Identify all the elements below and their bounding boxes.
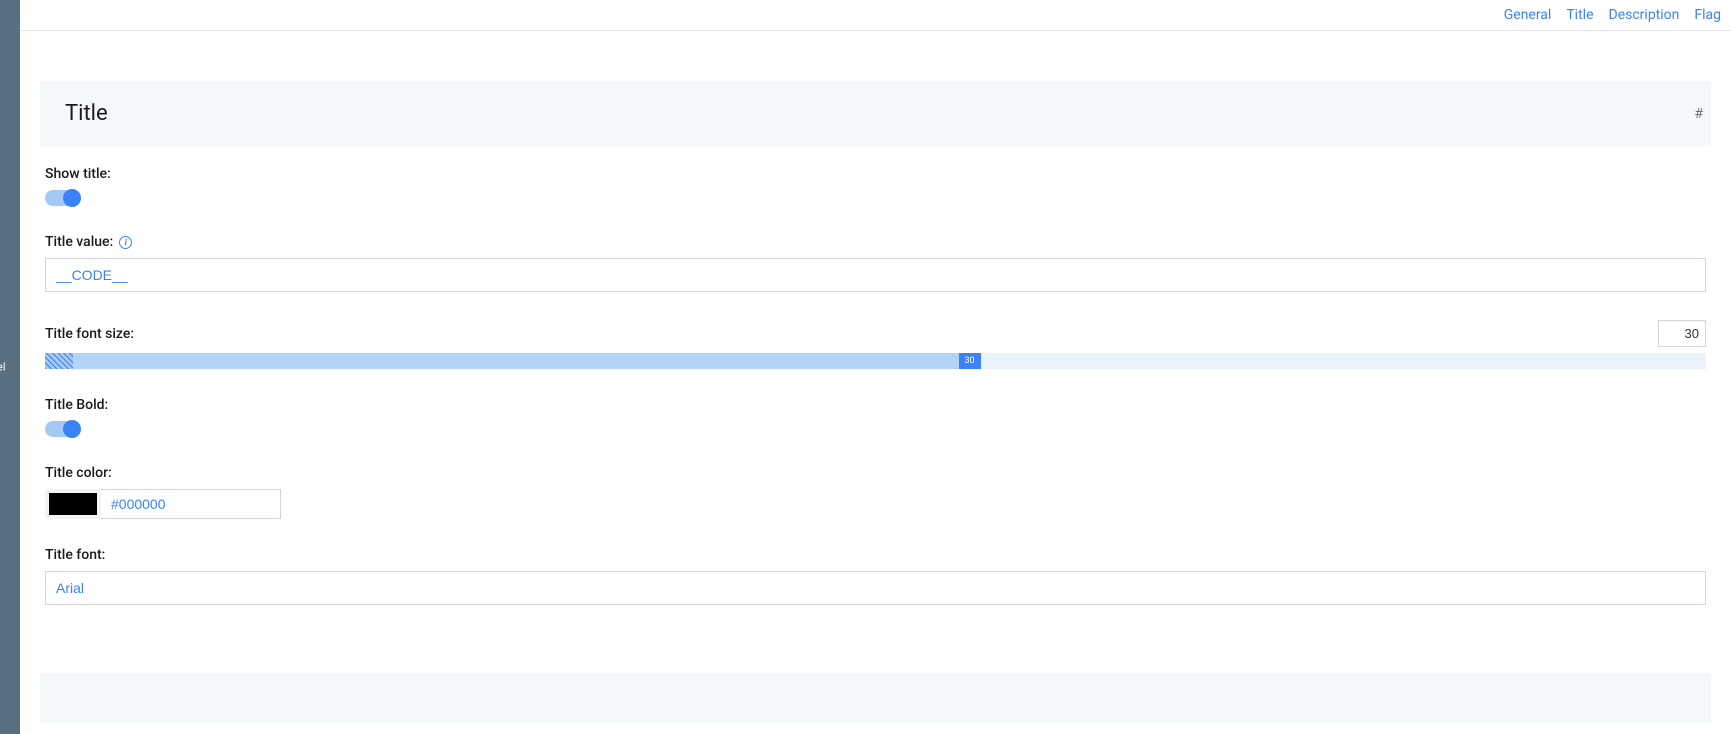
main: General Title Description Flag Title Sho… <box>20 0 1731 734</box>
sidebar-fragment: el <box>0 361 6 374</box>
input-title-value[interactable] <box>45 258 1706 292</box>
group-title-font: Title font: Arial <box>45 547 1706 605</box>
group-title-bold: Title Bold: <box>45 397 1706 437</box>
anchor-nav: General Title Description Flag <box>20 0 1731 31</box>
label-title-color: Title color: <box>45 465 1706 481</box>
select-title-font[interactable]: Arial <box>45 571 1706 605</box>
group-title-color: Title color: <box>45 465 1706 519</box>
group-font-size: Title font size: 30 <box>45 320 1706 369</box>
toggle-knob <box>63 189 81 207</box>
label-title-value-text: Title value: <box>45 234 113 250</box>
nav-link-general[interactable]: General <box>1504 5 1552 25</box>
slider-font-size[interactable]: 30 <box>45 353 1706 369</box>
label-title-font: Title font: <box>45 547 1706 563</box>
toggle-show-title[interactable] <box>45 190 79 206</box>
group-title-value: Title value: i <box>45 234 1706 292</box>
slider-fill <box>73 353 959 369</box>
input-title-color[interactable] <box>101 489 281 519</box>
input-font-size-number[interactable] <box>1658 320 1706 347</box>
label-title-value: Title value: i <box>45 234 1706 250</box>
content: Title Show title: Title value: i Title f… <box>40 81 1711 723</box>
section-heading: Title <box>65 101 1686 126</box>
color-swatch[interactable] <box>45 489 101 519</box>
nav-link-title[interactable]: Title <box>1566 5 1593 25</box>
left-sidebar: el <box>0 0 20 734</box>
slider-handle[interactable]: 30 <box>959 353 981 369</box>
slider-min-hatch <box>45 353 73 369</box>
toggle-title-bold[interactable] <box>45 421 79 437</box>
next-section-header <box>40 673 1711 723</box>
nav-link-flag[interactable]: Flag <box>1694 5 1721 25</box>
label-title-bold: Title Bold: <box>45 397 1706 413</box>
group-show-title: Show title: <box>45 166 1706 206</box>
nav-link-description[interactable]: Description <box>1609 5 1680 25</box>
form-body: Show title: Title value: i Title font si… <box>40 146 1711 653</box>
section-header-title: Title <box>40 81 1711 146</box>
info-icon[interactable]: i <box>119 236 132 249</box>
toggle-knob <box>63 420 81 438</box>
label-show-title: Show title: <box>45 166 1706 182</box>
label-font-size: Title font size: <box>45 326 134 342</box>
